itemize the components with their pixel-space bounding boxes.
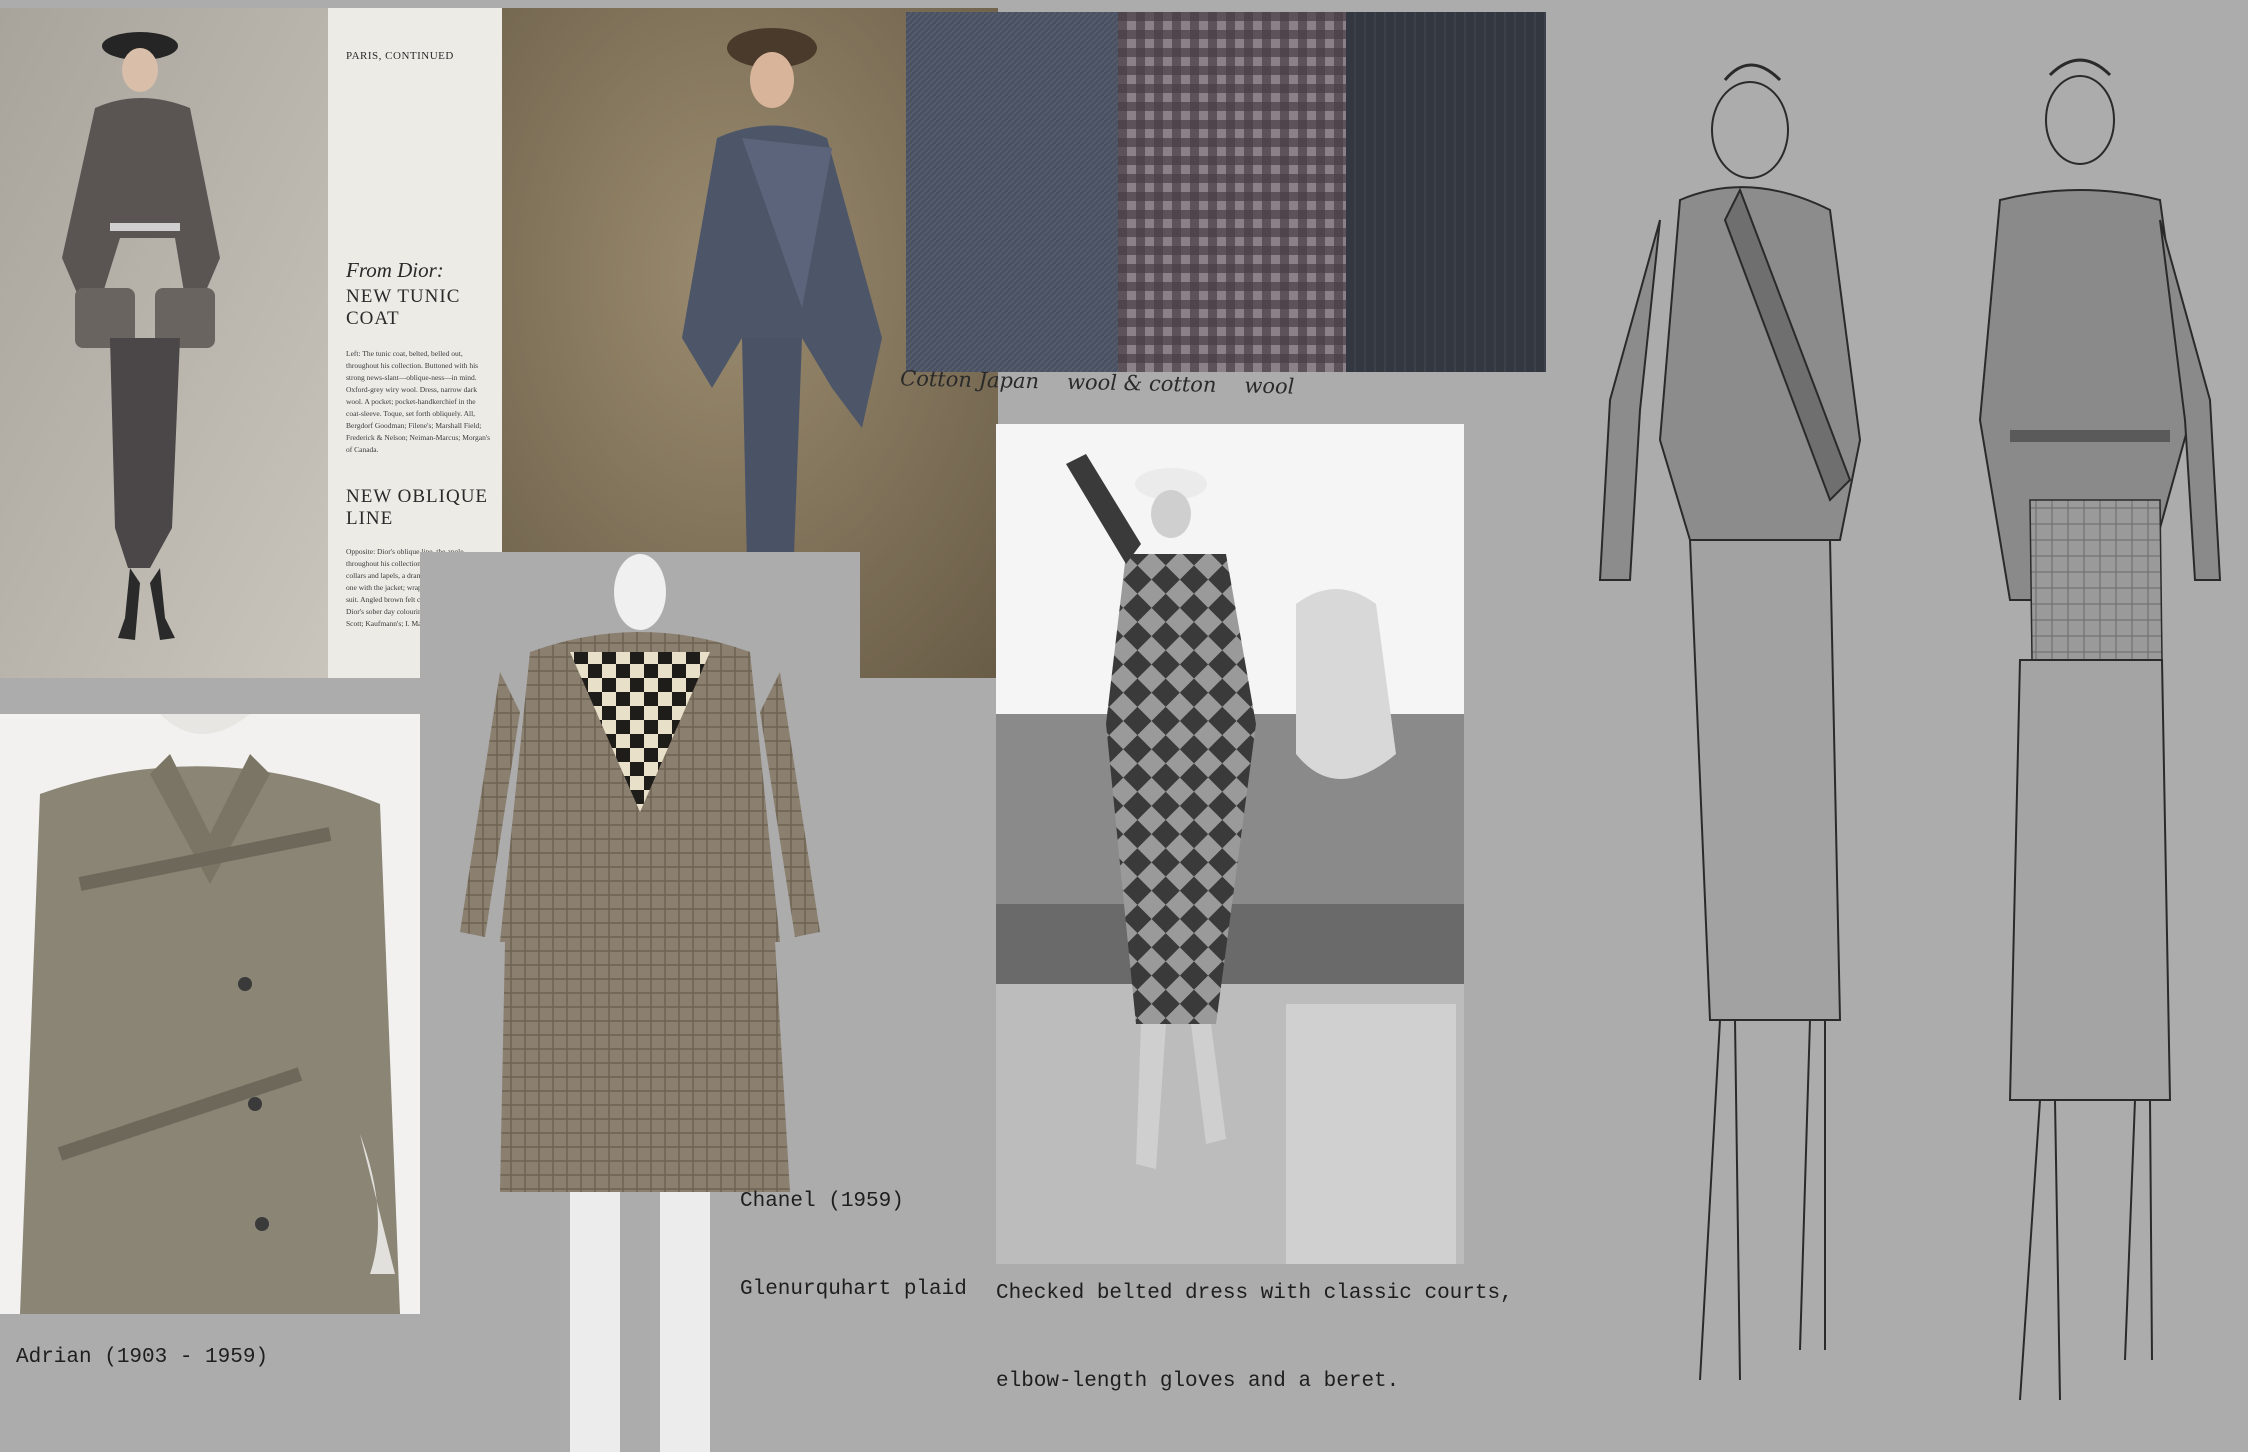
caption-chanel-fabric: Glenurquhart plaid bbox=[740, 1278, 967, 1301]
magazine-continued-label: PARIS, CONTINUED bbox=[346, 50, 454, 62]
photo-adrian-jacket bbox=[0, 714, 420, 1314]
magazine-body-tunic: Left: The tunic coat, belted, belled out… bbox=[346, 349, 491, 454]
magazine-photo-tunic-coat bbox=[0, 8, 328, 678]
photo-checked-dress bbox=[996, 424, 1464, 1264]
fashion-sketch-left bbox=[1560, 20, 1900, 1440]
fabric-swatch-wool bbox=[1346, 12, 1546, 372]
caption-checked-line1: Checked belted dress with classic courts… bbox=[996, 1282, 1513, 1305]
fabric-swatch-cotton bbox=[906, 12, 1118, 372]
caption-checked-line2: elbow-length gloves and a beret. bbox=[996, 1370, 1400, 1393]
magazine-headline-tunic: NEW TUNIC COAT bbox=[346, 286, 461, 329]
swatch-note-cotton: Cotton Japan bbox=[899, 366, 1040, 394]
magazine-from-dior: From Dior: bbox=[346, 258, 444, 282]
swatch-note-wool-cotton: wool & cotton bbox=[1066, 369, 1217, 397]
fabric-swatch-wool-cotton-check bbox=[1118, 12, 1346, 372]
swatch-note-wool: wool bbox=[1244, 373, 1295, 399]
fashion-sketch-right bbox=[1900, 20, 2248, 1440]
photo-chanel-suit bbox=[420, 552, 860, 1452]
caption-chanel-title: Chanel (1959) bbox=[740, 1190, 904, 1213]
magazine-headline-oblique: NEW OBLIQUE LINE bbox=[346, 486, 489, 529]
caption-adrian: Adrian (1903 - 1959) bbox=[16, 1346, 269, 1369]
